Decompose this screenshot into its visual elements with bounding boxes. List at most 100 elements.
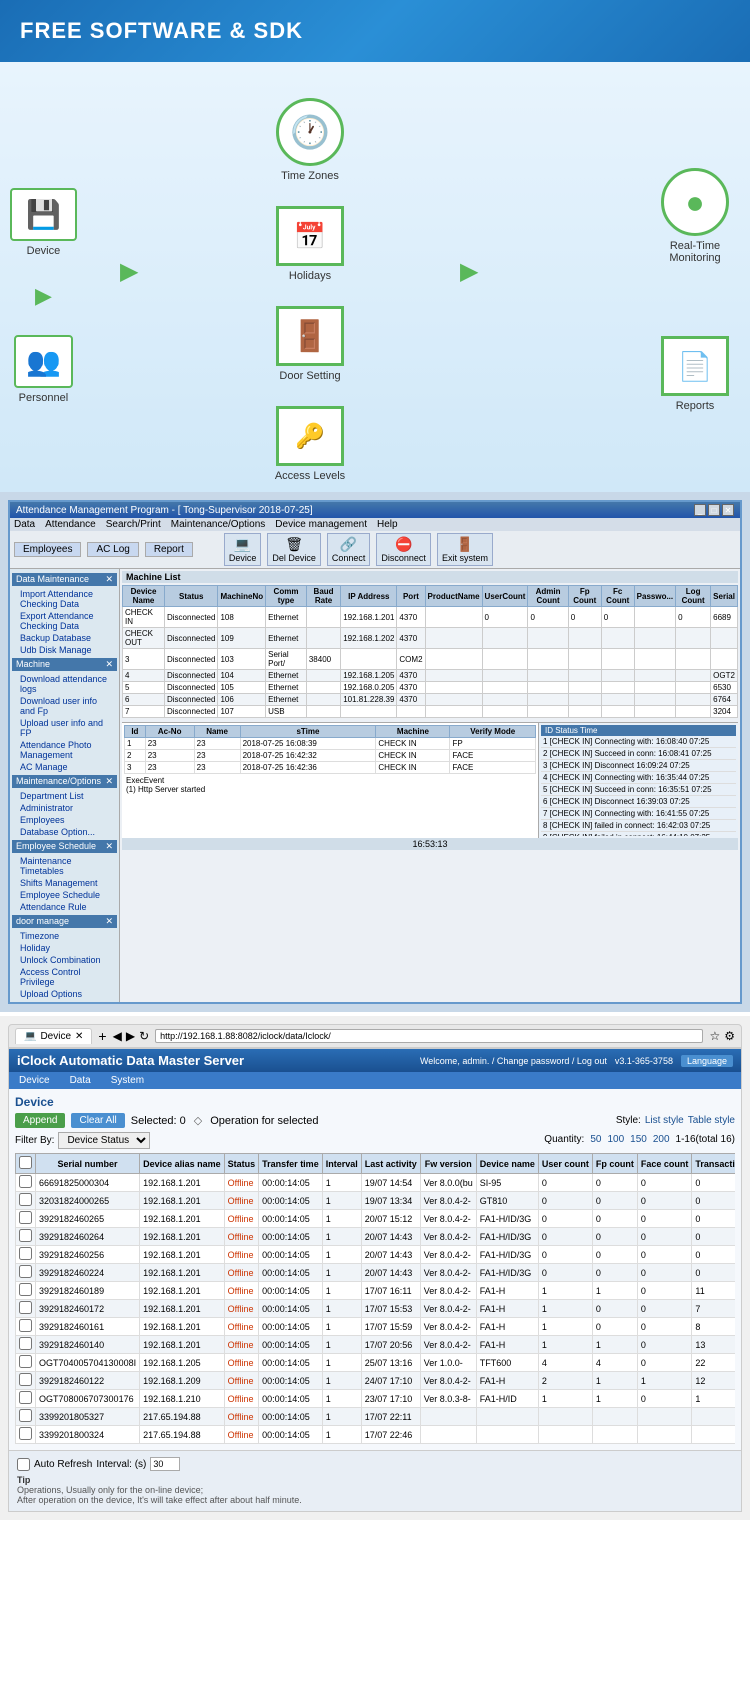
browser-tab[interactable]: 💻 Device ✕ bbox=[15, 1028, 92, 1044]
sidebar-upload-opt[interactable]: Upload Options bbox=[12, 988, 117, 1000]
holidays-block: 📅 Holidays bbox=[276, 206, 344, 282]
sidebar-export[interactable]: Export Attendance Checking Data bbox=[12, 610, 117, 632]
row-checkbox[interactable] bbox=[19, 1373, 32, 1386]
sidebar-timezone[interactable]: Timezone bbox=[12, 930, 117, 942]
row-checkbox[interactable] bbox=[19, 1229, 32, 1242]
header-bar: FREE SOFTWARE & SDK bbox=[0, 0, 750, 62]
nav-system[interactable]: System bbox=[101, 1072, 154, 1089]
row-checkbox[interactable] bbox=[19, 1265, 32, 1278]
att-statusbar: 16:53:13 bbox=[122, 838, 738, 850]
btn-exit[interactable]: 🚪Exit system bbox=[437, 533, 493, 566]
btn-connect[interactable]: 🔗Connect bbox=[327, 533, 371, 566]
back-btn[interactable]: ◀ bbox=[113, 1029, 122, 1043]
new-tab-btn[interactable]: + bbox=[98, 1028, 106, 1044]
sidebar-download-log[interactable]: Download attendance logs bbox=[12, 673, 117, 695]
sidebar-section-machine[interactable]: Machine✕ bbox=[12, 658, 117, 671]
menu-search[interactable]: Search/Print bbox=[106, 519, 161, 530]
sidebar-backup[interactable]: Backup Database bbox=[12, 632, 117, 644]
sidebar-admin[interactable]: Administrator bbox=[12, 802, 117, 814]
sidebar-download-user[interactable]: Download user info and Fp bbox=[12, 695, 117, 717]
auto-refresh-checkbox[interactable] bbox=[17, 1458, 30, 1471]
select-all-checkbox[interactable] bbox=[19, 1156, 32, 1169]
list-item: 7 [CHECK IN] Connecting with: 16:41:55 0… bbox=[541, 808, 736, 820]
btn-device[interactable]: 💻Device bbox=[224, 533, 262, 566]
qty-50[interactable]: 50 bbox=[590, 1134, 601, 1145]
machine-table-container[interactable]: Device Name Status MachineNo Comm type B… bbox=[122, 585, 738, 718]
row-checkbox[interactable] bbox=[19, 1319, 32, 1332]
sidebar-unlock[interactable]: Unlock Combination bbox=[12, 954, 117, 966]
sidebar-access-ctrl[interactable]: Access Control Privilege bbox=[12, 966, 117, 988]
refresh-btn[interactable]: ↻ bbox=[139, 1029, 149, 1043]
list-style-btn[interactable]: List style bbox=[645, 1115, 684, 1126]
sidebar-section-maintenance[interactable]: Maintenance/Options✕ bbox=[12, 775, 117, 788]
interval-input[interactable] bbox=[150, 1457, 180, 1471]
sidebar-udb[interactable]: Udb Disk Manage bbox=[12, 644, 117, 656]
url-bar[interactable] bbox=[155, 1029, 703, 1043]
clear-all-btn[interactable]: Clear All bbox=[71, 1113, 124, 1128]
row-checkbox[interactable] bbox=[19, 1175, 32, 1188]
language-btn[interactable]: Language bbox=[681, 1055, 733, 1067]
real-time-label: Real-Time Monitoring bbox=[650, 240, 740, 264]
row-checkbox[interactable] bbox=[19, 1355, 32, 1368]
row-checkbox[interactable] bbox=[19, 1409, 32, 1422]
btn-del-device[interactable]: 🗑Del Device bbox=[267, 533, 321, 566]
qty-200[interactable]: 200 bbox=[653, 1134, 670, 1145]
table-row: OGT708006707300176192.168.1.210Offline00… bbox=[16, 1390, 736, 1408]
row-checkbox[interactable] bbox=[19, 1283, 32, 1296]
sidebar-db-option[interactable]: Database Option... bbox=[12, 826, 117, 838]
tab-ac-log[interactable]: AC Log bbox=[87, 542, 138, 557]
close-btn[interactable]: ✕ bbox=[722, 504, 734, 516]
sidebar-photo[interactable]: Attendance Photo Management bbox=[12, 739, 117, 761]
row-checkbox[interactable] bbox=[19, 1301, 32, 1314]
sidebar-ac-manage[interactable]: AC Manage bbox=[12, 761, 117, 773]
star-icon[interactable]: ☆ bbox=[709, 1029, 720, 1043]
append-btn[interactable]: Append bbox=[15, 1113, 65, 1128]
web-nav: Device Data System bbox=[9, 1072, 741, 1089]
window-buttons[interactable]: _ □ ✕ bbox=[694, 504, 734, 516]
row-checkbox[interactable] bbox=[19, 1211, 32, 1224]
row-checkbox[interactable] bbox=[19, 1391, 32, 1404]
device-table-container[interactable]: Serial number Device alias name Status T… bbox=[15, 1153, 735, 1444]
filter-select[interactable]: Device Status bbox=[58, 1132, 150, 1149]
minimize-btn[interactable]: _ bbox=[694, 504, 706, 516]
auto-refresh-label: Auto Refresh bbox=[34, 1459, 92, 1470]
sidebar-timetables[interactable]: Maintenance Timetables bbox=[12, 855, 117, 877]
nav-data[interactable]: Data bbox=[60, 1072, 101, 1089]
sidebar-import[interactable]: Import Attendance Checking Data bbox=[12, 588, 117, 610]
row-checkbox[interactable] bbox=[19, 1247, 32, 1260]
tab-employees[interactable]: Employees bbox=[14, 542, 81, 557]
table-row: 3929182460224192.168.1.201Offline00:00:1… bbox=[16, 1264, 736, 1282]
row-checkbox[interactable] bbox=[19, 1337, 32, 1350]
sidebar-section-schedule[interactable]: Employee Schedule✕ bbox=[12, 840, 117, 853]
row-checkbox[interactable] bbox=[19, 1427, 32, 1440]
settings-icon[interactable]: ⚙ bbox=[724, 1029, 735, 1043]
btn-disconnect[interactable]: ⛔Disconnect bbox=[376, 533, 431, 566]
row-checkbox[interactable] bbox=[19, 1193, 32, 1206]
tab-report[interactable]: Report bbox=[145, 542, 193, 557]
sidebar-shifts[interactable]: Shifts Management bbox=[12, 877, 117, 889]
sidebar-att-rule[interactable]: Attendance Rule bbox=[12, 901, 117, 913]
menu-data[interactable]: Data bbox=[14, 519, 35, 530]
sidebar-emp-schedule[interactable]: Employee Schedule bbox=[12, 889, 117, 901]
sidebar-upload-user[interactable]: Upload user info and FP bbox=[12, 717, 117, 739]
menu-maintenance[interactable]: Maintenance/Options bbox=[171, 519, 266, 530]
qty-100[interactable]: 100 bbox=[607, 1134, 624, 1145]
maximize-btn[interactable]: □ bbox=[708, 504, 720, 516]
table-style-btn[interactable]: Table style bbox=[688, 1115, 735, 1126]
forward-btn[interactable]: ▶ bbox=[126, 1029, 135, 1043]
col-log: Log Count bbox=[676, 586, 711, 607]
menu-help[interactable]: Help bbox=[377, 519, 398, 530]
sidebar-holiday[interactable]: Holiday bbox=[12, 942, 117, 954]
tab-close-icon[interactable]: ✕ bbox=[75, 1031, 83, 1042]
device-table: Serial number Device alias name Status T… bbox=[15, 1153, 735, 1444]
sidebar-dept[interactable]: Department List bbox=[12, 790, 117, 802]
sidebar-section-door[interactable]: door manage✕ bbox=[12, 915, 117, 928]
browser-bar: 💻 Device ✕ + ◀ ▶ ↻ ☆ ⚙ bbox=[8, 1024, 742, 1048]
nav-device[interactable]: Device bbox=[9, 1072, 60, 1089]
qty-150[interactable]: 150 bbox=[630, 1134, 647, 1145]
menu-device[interactable]: Device management bbox=[275, 519, 367, 530]
door-setting-block: 🚪 Door Setting bbox=[276, 306, 344, 382]
sidebar-section-data-maintenance[interactable]: Data Maintenance✕ bbox=[12, 573, 117, 586]
sidebar-employees[interactable]: Employees bbox=[12, 814, 117, 826]
menu-attendance[interactable]: Attendance bbox=[45, 519, 96, 530]
